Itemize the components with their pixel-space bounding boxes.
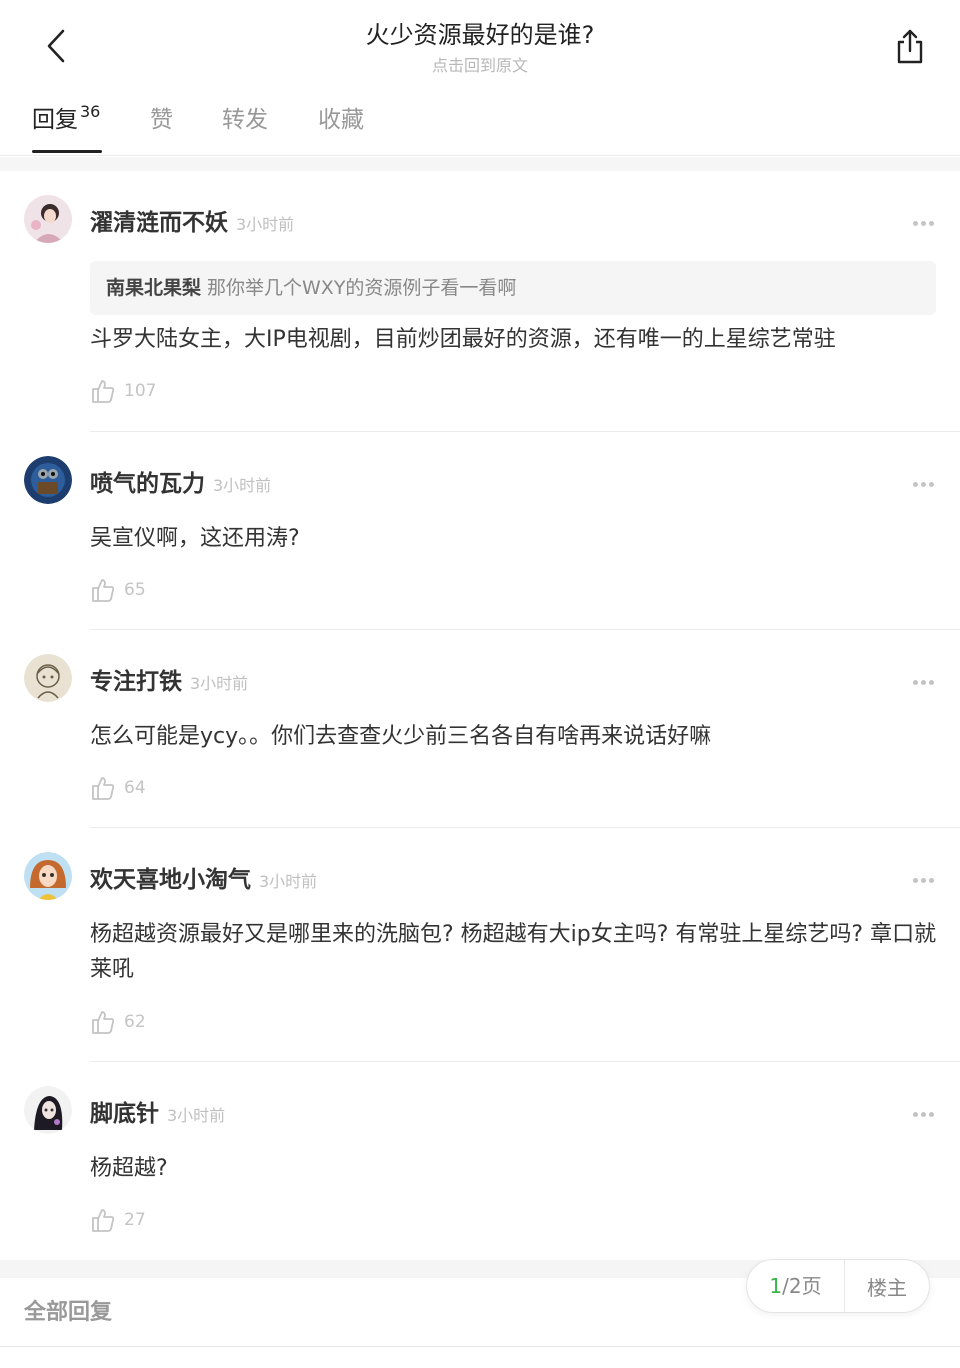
pagination-control: 1/2页 楼主 [746, 1259, 930, 1313]
avatar[interactable] [24, 195, 72, 243]
page-selector[interactable]: 1/2页 [747, 1260, 845, 1312]
share-button[interactable] [890, 24, 930, 68]
divider [90, 1061, 960, 1062]
thumbs-up-icon [92, 380, 115, 403]
tab-reply-count: 36 [80, 102, 101, 121]
tab-bar: 回复 36 赞 转发 收藏 [0, 92, 960, 156]
username[interactable]: 专注打铁 3小时前 [90, 666, 248, 700]
total-pages: /2页 [782, 1274, 822, 1298]
divider [90, 431, 960, 432]
current-page: 1 [769, 1274, 783, 1298]
avatar[interactable] [24, 456, 72, 504]
quoted-text: 那你举几个WXY的资源例子看一看啊 [207, 277, 517, 299]
timestamp: 3小时前 [259, 872, 318, 891]
like-button[interactable]: 27 [90, 1207, 146, 1233]
like-count: 27 [124, 1210, 146, 1230]
tab-favorites[interactable]: 收藏 [318, 104, 364, 136]
thumbs-up-icon [92, 1209, 115, 1232]
comment-text: 杨超越? [90, 1156, 168, 1181]
op-only-button[interactable]: 楼主 [845, 1272, 929, 1301]
title-block: 火少资源最好的是谁? 点击回到原文 [200, 18, 760, 78]
divider [0, 1346, 960, 1347]
like-count: 64 [124, 778, 146, 798]
chevron-left-icon [47, 29, 65, 63]
more-options-button[interactable] [906, 672, 940, 692]
comment-text: 吴宣仪啊，这还用涛? [90, 526, 300, 551]
like-button[interactable]: 62 [90, 1009, 146, 1035]
username[interactable]: 脚底针 3小时前 [90, 1098, 225, 1132]
username[interactable]: 喷气的瓦力 3小时前 [90, 468, 271, 502]
quoted-username: 南果北果梨 [106, 277, 202, 299]
active-tab-indicator [32, 150, 102, 153]
avatar[interactable] [24, 852, 72, 900]
tab-reposts[interactable]: 转发 [222, 104, 268, 136]
avatar[interactable] [24, 1086, 72, 1134]
like-count: 62 [124, 1012, 146, 1032]
like-button[interactable]: 65 [90, 577, 146, 603]
divider [90, 629, 960, 630]
more-options-button[interactable] [906, 474, 940, 494]
comment-text: 斗罗大陆女主，大IP电视剧，目前炒团最好的资源，还有唯一的上星综艺常驻 [90, 327, 836, 352]
tab-likes[interactable]: 赞 [150, 104, 173, 136]
divider [90, 827, 960, 828]
like-button[interactable]: 107 [90, 378, 156, 404]
more-options-button[interactable] [906, 1104, 940, 1124]
like-count: 65 [124, 580, 146, 600]
comment-text: 怎么可能是ycy。。你们去查查火少前三名各自有啥再来说话好嘛 [90, 724, 712, 749]
like-count: 107 [124, 381, 157, 401]
top-bar: 火少资源最好的是谁? 点击回到原文 [0, 0, 960, 92]
tab-label: 回复 [32, 107, 78, 133]
comment-text: 杨超越资源最好又是哪里来的洗脑包? 杨超越有大ip女主吗? 有常驻上星综艺吗? … [90, 922, 937, 982]
timestamp: 3小时前 [190, 674, 249, 693]
thumbs-up-icon [92, 777, 115, 800]
page-title: 火少资源最好的是谁? [365, 21, 595, 49]
share-icon [897, 29, 923, 64]
username[interactable]: 欢天喜地小淘气 3小时前 [90, 864, 317, 898]
timestamp: 3小时前 [213, 476, 272, 495]
thumbs-up-icon [92, 579, 115, 602]
back-to-post-link[interactable]: 点击回到原文 [200, 54, 760, 78]
tab-replies[interactable]: 回复 36 [32, 102, 101, 138]
more-options-button[interactable] [906, 870, 940, 890]
like-button[interactable]: 64 [90, 775, 146, 801]
back-button[interactable] [36, 24, 76, 68]
timestamp: 3小时前 [236, 215, 295, 234]
more-options-button[interactable] [906, 213, 940, 233]
all-replies-heading: 全部回复 [24, 1300, 113, 1325]
username[interactable]: 濯清涟而不妖 3小时前 [90, 207, 294, 241]
quoted-reply[interactable]: 南果北果梨 那你举几个WXY的资源例子看一看啊 [90, 261, 936, 315]
timestamp: 3小时前 [167, 1106, 226, 1125]
avatar[interactable] [24, 654, 72, 702]
section-gap [0, 157, 960, 171]
thumbs-up-icon [92, 1011, 115, 1034]
